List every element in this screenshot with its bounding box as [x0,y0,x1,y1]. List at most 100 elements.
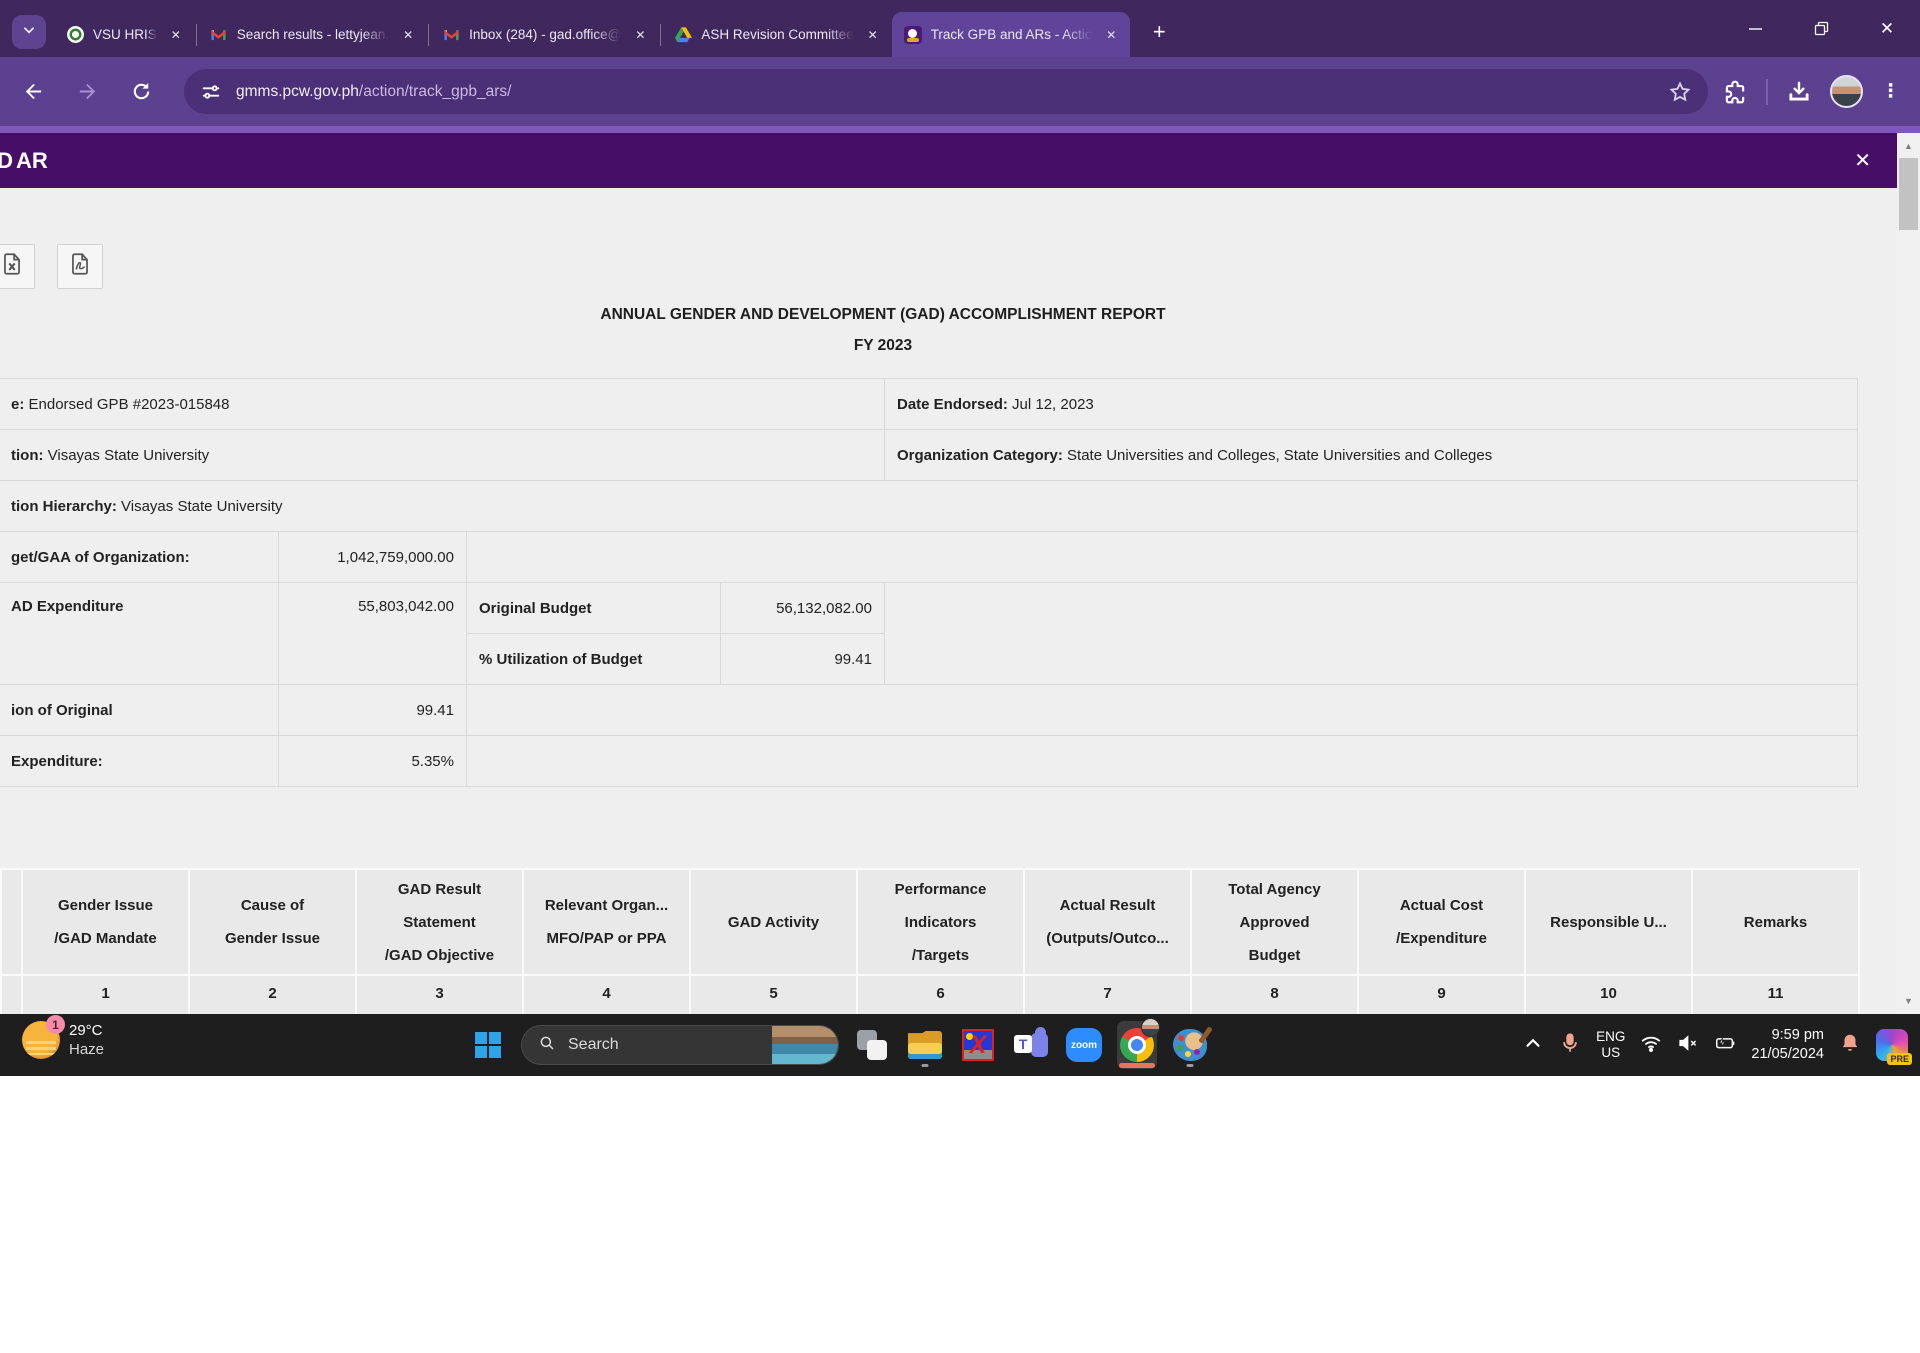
scrollbar-down-icon[interactable] [1897,992,1920,1010]
downloads-icon[interactable] [1786,79,1812,105]
browser-tab[interactable]: Search results - lettyjean. [198,12,427,57]
battery-charging-icon[interactable] [1714,1032,1736,1059]
info-cell: Organization Category: State Universitie… [885,430,1858,481]
x-app-icon [962,1029,994,1061]
copilot-pre-badge: PRE [1887,1053,1912,1065]
tab-separator [428,24,429,46]
column-header-10: Responsible U... [1525,869,1692,975]
scrollbar-up-icon[interactable] [1897,137,1920,155]
google-drive-icon [675,26,692,43]
taskbar-app-task-view[interactable] [852,1021,892,1069]
hidden-icons-chevron[interactable] [1522,1032,1544,1059]
column-number-10: 10 [1525,975,1692,1014]
zoom-icon: zoom [1066,1028,1102,1062]
taskbar-app-teams[interactable]: T [1011,1021,1051,1069]
toolbar-right-group [1722,75,1900,108]
column-header-6: PerformanceIndicators/Targets [857,869,1024,975]
start-button[interactable] [468,1025,508,1065]
forward-button[interactable] [68,73,106,111]
info-cell: tion: Visayas State University [0,430,885,481]
info-value: 56,132,082.00 [721,583,885,634]
file-explorer-icon [908,1031,942,1059]
taskbar-app-zoom[interactable]: zoom [1064,1021,1104,1069]
bing-daily-image[interactable] [772,1025,838,1065]
browser-tab[interactable]: Inbox (284) - gad.office@ [430,12,659,57]
url-text[interactable]: gmms.pcw.gov.ph/action/track_gpb_ars/ [236,83,1668,101]
column-number-3: 3 [356,975,523,1014]
column-header-5: GAD Activity [690,869,857,975]
browser-menu-icon[interactable] [1881,80,1900,103]
table-row: tion: Visayas State University Organizat… [0,430,1858,481]
browser-tab[interactable]: ASH Revision Committee [662,12,891,57]
taskbar-search[interactable]: Search [521,1025,839,1065]
window-close-button[interactable] [1854,0,1920,57]
column-header-11: Remarks [1692,869,1859,975]
weather-widget[interactable]: 1 29°C Haze [22,1021,104,1059]
taskbar-app-paint[interactable] [1170,1021,1210,1069]
report-title: ANNUAL GENDER AND DEVELOPMENT (GAD) ACCO… [0,304,1766,356]
window-restore-button[interactable] [1788,0,1854,57]
column-header-cut [1,869,22,975]
tab-close-icon[interactable] [1102,26,1120,44]
info-label: get/GAA of Organization: [0,532,279,583]
table-row: AD Expenditure 55,803,042.00 Original Bu… [0,583,1858,634]
new-tab-button[interactable]: + [1144,17,1174,47]
info-label: ion of Original [0,685,279,736]
column-header-9: Actual Cost/Expenditure [1358,869,1525,975]
tab-title: Track GPB and ARs - Actio [931,27,1093,42]
column-header-1: Gender Issue/GAD Mandate [22,869,189,975]
browser-toolbar: gmms.pcw.gov.ph/action/track_gpb_ars/ [0,57,1920,126]
table-row: tion Hierarchy: Visayas State University [0,481,1858,532]
site-settings-icon[interactable] [200,81,222,103]
clock[interactable]: 9:59 pm21/05/2024 [1751,1026,1824,1064]
modal-close-icon[interactable] [1854,148,1871,173]
windows-taskbar: 1 29°C Haze Search T zoom ENGUS [0,1014,1920,1076]
pdf-file-icon [67,251,93,282]
tab-separator [660,24,661,46]
info-cell-empty [885,583,1858,685]
column-header-row: Gender Issue/GAD MandateCause ofGender I… [1,869,1859,975]
column-number-9: 9 [1358,975,1525,1014]
address-bar[interactable]: gmms.pcw.gov.ph/action/track_gpb_ars/ [184,69,1708,114]
info-cell-empty [467,685,1858,736]
column-number-5: 5 [690,975,857,1014]
export-pdf-button[interactable] [57,244,103,289]
language-indicator[interactable]: ENGUS [1596,1029,1625,1061]
volume-muted-icon[interactable] [1677,1032,1699,1059]
browser-tab[interactable]: VSU HRIS [54,12,195,57]
table-row: e: Endorsed GPB #2023-015848 Date Endors… [0,379,1858,430]
wifi-icon[interactable] [1640,1032,1662,1059]
tab-close-icon[interactable] [399,26,417,44]
search-icon [538,1034,568,1057]
taskbar-app-chrome[interactable] [1117,1021,1157,1069]
copilot-icon[interactable]: PRE [1876,1029,1908,1061]
column-number-4: 4 [523,975,690,1014]
tab-search-button[interactable] [12,15,46,49]
taskbar-app-x[interactable] [958,1021,998,1069]
microphone-icon[interactable] [1559,1032,1581,1059]
modal-title: DAR [0,148,48,174]
bookmark-star-icon[interactable] [1668,80,1692,104]
window-minimize-button[interactable] [1722,0,1788,57]
tab-close-icon[interactable] [864,26,882,44]
profile-avatar[interactable] [1830,75,1863,108]
back-button[interactable] [14,73,52,111]
scrollbar-thumb[interactable] [1899,158,1918,230]
notification-bell-icon[interactable] [1839,1032,1861,1059]
report-info-table: e: Endorsed GPB #2023-015848 Date Endors… [0,378,1858,787]
browser-tab-active[interactable]: Track GPB and ARs - Actio [892,12,1131,57]
info-label: Expenditure: [0,736,279,787]
tab-close-icon[interactable] [167,26,185,44]
info-value: 99.41 [279,685,467,736]
page-scrollbar[interactable] [1897,133,1920,1014]
export-excel-button[interactable] [0,244,35,289]
gmail-icon [210,26,227,43]
tab-close-icon[interactable] [631,26,649,44]
taskbar-app-file-explorer[interactable] [905,1021,945,1069]
tab-title: Search results - lettyjean. [237,27,389,42]
column-number-cut [1,975,22,1014]
info-cell-empty [467,532,1858,583]
weather-condition: Haze [69,1040,104,1059]
extensions-icon[interactable] [1722,79,1748,105]
reload-button[interactable] [122,73,160,111]
